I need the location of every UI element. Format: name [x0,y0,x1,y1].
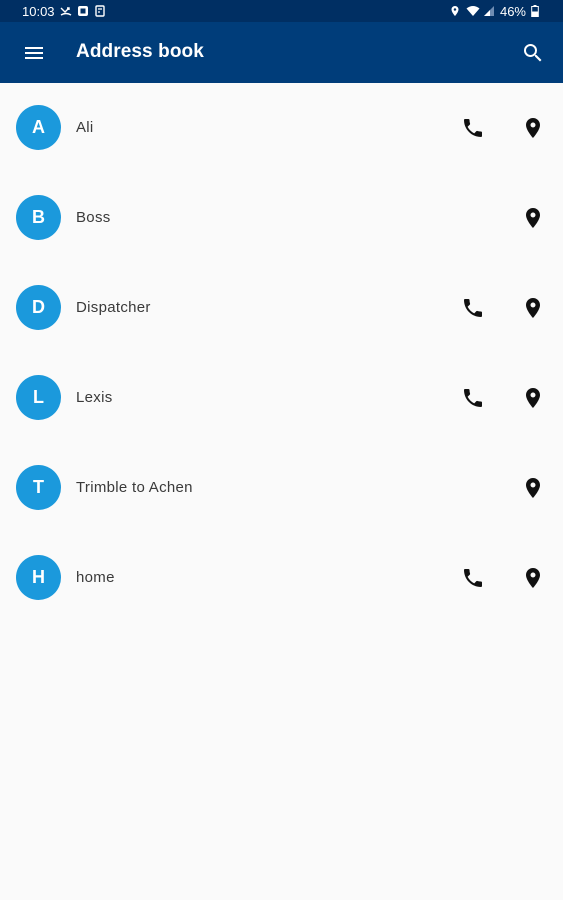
contact-row-3[interactable]: D Dispatcher [0,263,563,353]
avatar: A [16,105,61,150]
location-pin-icon [526,208,540,228]
location-pin-icon [526,298,540,318]
contact-name: Dispatcher [76,299,151,316]
location-button[interactable] [521,206,545,230]
notification-icon [77,5,89,17]
phone-icon [464,569,482,587]
screenshot-icon [94,5,106,17]
location-pin-icon [526,568,540,588]
contact-row-5[interactable]: T Trimble to Achen [0,443,563,533]
status-time: 10:03 [22,3,55,19]
avatar: B [16,195,61,240]
call-button[interactable] [461,386,485,410]
call-button[interactable] [461,116,485,140]
location-pin-icon [526,118,540,138]
location-button[interactable] [521,296,545,320]
page-title: Address book [76,41,204,62]
search-icon [524,44,542,62]
contact-row-4[interactable]: L Lexis [0,353,563,443]
location-pin-icon [526,388,540,408]
location-button[interactable] [521,116,545,140]
phone-icon [464,119,482,137]
contact-name: Ali [76,119,94,136]
avatar: T [16,465,61,510]
status-bar-left: 10:03 [22,4,106,19]
contact-name: Boss [76,209,111,226]
location-pin-icon [526,478,540,498]
status-bar-right: 46% [449,4,543,19]
avatar: L [16,375,61,420]
app-bar: Address book [0,22,563,83]
location-button[interactable] [521,476,545,500]
avatar: H [16,555,61,600]
contact-name: Lexis [76,389,113,406]
status-bar: 10:03 46% [0,0,563,22]
search-button[interactable] [521,41,545,65]
menu-icon [25,47,43,59]
avatar: D [16,285,61,330]
contact-row-1[interactable]: A Ali [0,83,563,173]
location-button[interactable] [521,566,545,590]
call-button[interactable] [461,566,485,590]
contact-row-6[interactable]: H home [0,533,563,623]
contact-name: Trimble to Achen [76,479,193,496]
contact-list: A Ali B Boss D Dispatcher L Lexis T Trim… [0,83,563,623]
call-button[interactable] [461,296,485,320]
contact-row-2[interactable]: B Boss [0,173,563,263]
phone-icon [464,389,482,407]
battery-icon [531,5,543,17]
location-button[interactable] [521,386,545,410]
phone-missed-icon [60,5,72,17]
signal-icon [483,5,495,17]
phone-icon [464,299,482,317]
contact-name: home [76,569,115,586]
menu-button[interactable] [22,41,46,65]
battery-percentage: 46% [499,3,526,19]
wifi-icon [466,5,480,17]
location-icon [449,5,461,17]
